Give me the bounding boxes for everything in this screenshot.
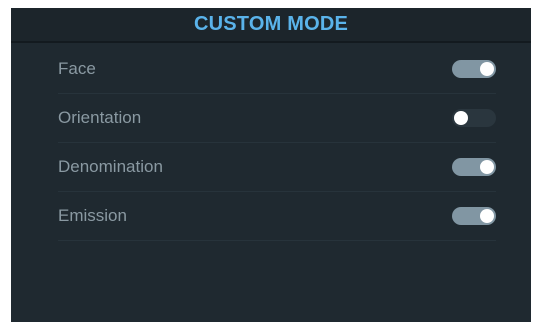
orientation-toggle[interactable] [452, 109, 496, 127]
toggle-knob [480, 62, 494, 76]
settings-list: Face Orientation Denomination Emission [58, 45, 496, 241]
custom-mode-panel: CUSTOM MODE Face Orientation Denominatio… [11, 8, 531, 322]
panel-title: CUSTOM MODE [193, 13, 349, 35]
toggle-knob [454, 111, 468, 125]
setting-row-emission: Emission [58, 192, 496, 241]
setting-label: Face [58, 59, 96, 78]
setting-row-denomination: Denomination [58, 143, 496, 192]
face-toggle[interactable] [452, 60, 496, 78]
emission-toggle[interactable] [452, 207, 496, 225]
toggle-knob [480, 209, 494, 223]
setting-label: Denomination [58, 157, 163, 176]
denomination-toggle[interactable] [452, 158, 496, 176]
setting-label: Orientation [58, 108, 142, 127]
toggle-knob [480, 160, 494, 174]
setting-row-face: Face [58, 45, 496, 94]
setting-row-orientation: Orientation [58, 94, 496, 143]
setting-label: Emission [58, 206, 127, 225]
panel-header: CUSTOM MODE [11, 8, 531, 43]
